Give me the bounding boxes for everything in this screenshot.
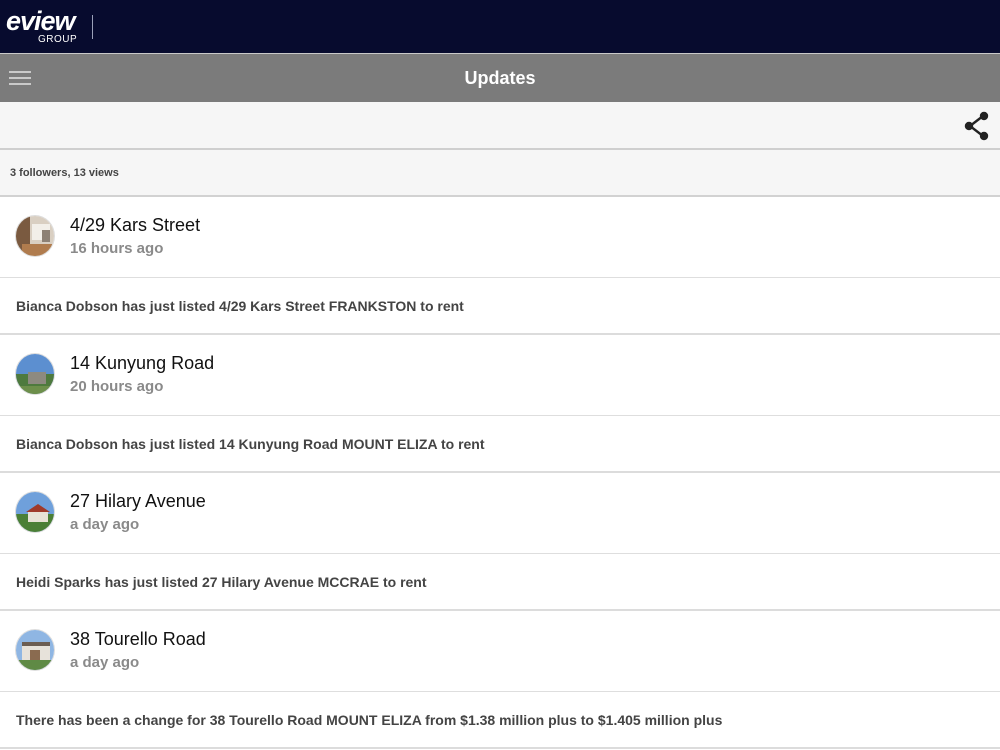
property-thumbnail <box>15 491 55 533</box>
stats-bar: 3 followers, 13 views <box>0 150 1000 197</box>
title-bar: Updates <box>0 53 1000 102</box>
listing-header[interactable]: 38 Tourello Road a day ago <box>0 611 1000 692</box>
followers-views-count: 3 followers, 13 views <box>10 167 119 179</box>
update-message: There has been a change for 38 Tourello … <box>0 692 1000 749</box>
listing-time: a day ago <box>70 516 140 533</box>
listing-title: 38 Tourello Road <box>70 629 206 649</box>
share-icon <box>964 111 989 141</box>
property-thumbnail <box>15 629 55 671</box>
listing-header[interactable]: 14 Kunyung Road 20 hours ago <box>0 335 1000 416</box>
listing-time: 16 hours ago <box>70 240 164 257</box>
property-thumbnail <box>15 353 55 395</box>
update-message: Bianca Dobson has just listed 4/29 Kars … <box>0 278 1000 335</box>
listing-title: 27 Hilary Avenue <box>70 491 206 511</box>
property-thumbnail <box>15 215 55 257</box>
eview-group-logo[interactable]: eview GROUP <box>6 6 96 46</box>
toolbar <box>0 102 1000 150</box>
logo-divider <box>92 15 93 39</box>
updates-feed: 4/29 Kars Street 16 hours ago Bianca Dob… <box>0 197 1000 749</box>
page-title: Updates <box>464 68 536 88</box>
update-message: Bianca Dobson has just listed 14 Kunyung… <box>0 416 1000 473</box>
listing-header[interactable]: 27 Hilary Avenue a day ago <box>0 473 1000 554</box>
logo-subtitle: GROUP <box>38 34 78 45</box>
logo-wordmark: eview <box>6 6 76 36</box>
listing-title: 14 Kunyung Road <box>70 353 215 373</box>
update-text: Bianca Dobson has just listed 14 Kunyung… <box>16 436 485 452</box>
share-button[interactable] <box>962 110 992 142</box>
update-message: Heidi Sparks has just listed 27 Hilary A… <box>0 554 1000 611</box>
update-text: There has been a change for 38 Tourello … <box>16 712 723 728</box>
brand-bar: eview GROUP <box>0 0 1000 53</box>
listing-time: 20 hours ago <box>70 378 164 395</box>
listing-header[interactable]: 4/29 Kars Street 16 hours ago <box>0 197 1000 278</box>
update-text: Bianca Dobson has just listed 4/29 Kars … <box>16 298 464 314</box>
listing-title: 4/29 Kars Street <box>70 215 201 235</box>
update-text: Heidi Sparks has just listed 27 Hilary A… <box>16 574 427 590</box>
listing-time: a day ago <box>70 654 140 671</box>
